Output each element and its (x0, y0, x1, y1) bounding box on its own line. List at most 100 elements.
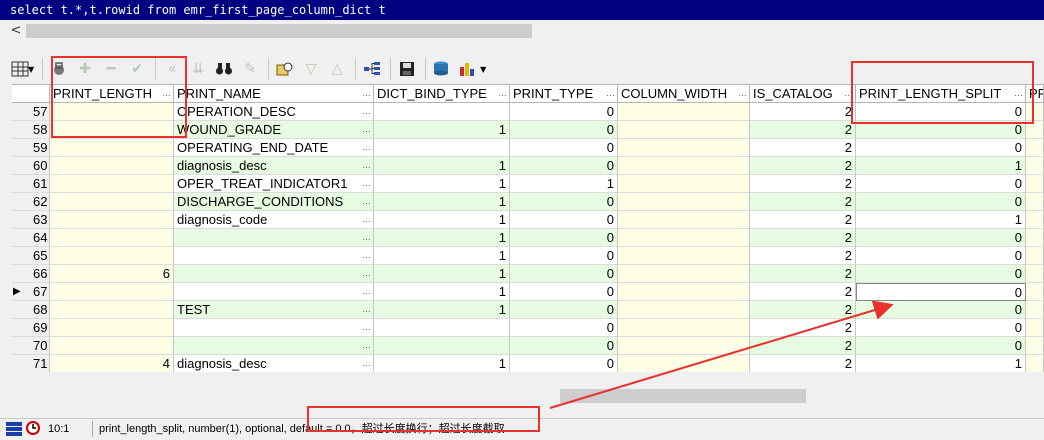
table-cell[interactable]: 1 (374, 229, 510, 247)
table-cell[interactable] (50, 103, 174, 121)
table-cell[interactable] (618, 175, 750, 193)
table-cell[interactable]: 0 (856, 103, 1026, 121)
row-number[interactable]: 65 (12, 247, 50, 265)
table-cell[interactable]: … (174, 319, 374, 337)
table-cell[interactable] (50, 121, 174, 139)
table-cell[interactable] (1026, 337, 1044, 355)
table-cell[interactable]: 0 (856, 229, 1026, 247)
table-cell[interactable]: 1 (374, 211, 510, 229)
table-cell[interactable] (1026, 175, 1044, 193)
table-cell[interactable] (374, 103, 510, 121)
row-number[interactable]: 59 (12, 139, 50, 157)
cell-editor-button[interactable]: … (362, 193, 371, 210)
table-cell[interactable]: 0 (510, 319, 618, 337)
table-cell[interactable]: 0 (856, 265, 1026, 283)
table-cell[interactable] (50, 247, 174, 265)
table-cell[interactable]: … (174, 283, 374, 301)
table-cell[interactable]: OPER_TREAT_INDICATOR1… (174, 175, 374, 193)
row-number[interactable]: 70 (12, 337, 50, 355)
table-cell[interactable]: 2 (750, 193, 856, 211)
cell-editor-button[interactable]: … (362, 157, 371, 174)
delete-record-icon[interactable]: ━ (99, 57, 123, 81)
table-cell[interactable]: 1 (374, 157, 510, 175)
row-number[interactable]: 62 (12, 193, 50, 211)
row-number[interactable]: 66 (12, 265, 50, 283)
table-cell[interactable]: diagnosis_code… (174, 211, 374, 229)
table-cell[interactable]: WOUND_GRADE… (174, 121, 374, 139)
table-cell[interactable]: OPERATING_END_DATE… (174, 139, 374, 157)
table-cell[interactable] (618, 247, 750, 265)
table-cell[interactable] (618, 355, 750, 372)
column-header[interactable]: PR (1026, 85, 1044, 103)
table-cell[interactable]: 2 (750, 121, 856, 139)
column-header[interactable]: IS_CATALOG… (750, 85, 856, 103)
table-cell[interactable]: 1 (374, 247, 510, 265)
tree-structure-icon[interactable] (360, 57, 384, 81)
column-menu-icon[interactable]: … (606, 85, 615, 102)
table-cell[interactable]: 1 (374, 301, 510, 319)
column-header[interactable]: COLUMN_WIDTH… (618, 85, 750, 103)
row-number[interactable]: 64 (12, 229, 50, 247)
table-cell[interactable] (1026, 103, 1044, 121)
table-cell[interactable]: 1 (374, 175, 510, 193)
table-cell[interactable]: 0 (510, 301, 618, 319)
cell-editor-button[interactable]: … (362, 337, 371, 354)
table-cell[interactable]: 2 (750, 103, 856, 121)
clear-filter-icon[interactable]: ✎ (238, 57, 262, 81)
table-cell[interactable]: 0 (856, 247, 1026, 265)
grid-horizontal-scrollbar[interactable] (12, 386, 1044, 406)
table-cell[interactable]: … (174, 337, 374, 355)
table-cell[interactable] (618, 193, 750, 211)
table-cell[interactable] (1026, 265, 1044, 283)
previous-page-icon[interactable]: ▽ (299, 57, 323, 81)
table-cell[interactable] (618, 265, 750, 283)
table-cell[interactable]: TEST… (174, 301, 374, 319)
cell-editor-button[interactable]: … (362, 175, 371, 192)
table-cell[interactable]: 0 (856, 139, 1026, 157)
table-cell[interactable] (618, 319, 750, 337)
table-cell[interactable]: 6 (50, 265, 174, 283)
table-cell[interactable] (618, 211, 750, 229)
lock-icon[interactable] (47, 57, 71, 81)
table-cell[interactable]: 1 (374, 121, 510, 139)
table-cell[interactable]: … (174, 265, 374, 283)
table-cell[interactable]: DISCHARGE_CONDITIONS… (174, 193, 374, 211)
column-menu-icon[interactable]: … (1014, 85, 1023, 102)
table-cell[interactable]: … (174, 247, 374, 265)
post-changes-icon[interactable]: ✔ (125, 57, 149, 81)
row-number[interactable]: 60 (12, 157, 50, 175)
cell-editor-button[interactable]: … (362, 103, 371, 120)
table-cell[interactable]: 0 (856, 175, 1026, 193)
insert-record-icon[interactable]: ✚ (73, 57, 97, 81)
table-cell[interactable]: 0 (510, 211, 618, 229)
last-record-icon[interactable]: ⇊ (186, 57, 210, 81)
save-disk-icon[interactable] (395, 57, 419, 81)
query-by-example-icon[interactable] (273, 57, 297, 81)
column-header[interactable]: PRINT_TYPE… (510, 85, 618, 103)
column-menu-icon[interactable]: … (498, 85, 507, 102)
chart-dropdown-caret-icon[interactable]: ▼ (480, 65, 486, 74)
column-menu-icon[interactable]: … (844, 85, 853, 102)
table-cell[interactable]: 0 (510, 139, 618, 157)
table-cell[interactable] (618, 301, 750, 319)
cell-editor-button[interactable]: … (362, 121, 371, 138)
table-cell[interactable]: 0 (510, 355, 618, 372)
table-cell[interactable] (618, 229, 750, 247)
table-cell[interactable]: 0 (510, 103, 618, 121)
table-cell[interactable]: 1 (374, 283, 510, 301)
scrollbar-thumb[interactable] (26, 24, 532, 38)
table-cell[interactable]: 0 (510, 265, 618, 283)
table-cell[interactable] (1026, 247, 1044, 265)
table-cell[interactable]: 2 (750, 337, 856, 355)
chart-icon[interactable] (456, 57, 480, 81)
export-data-icon[interactable] (430, 57, 454, 81)
table-cell[interactable] (50, 193, 174, 211)
table-cell[interactable] (1026, 355, 1044, 372)
table-cell[interactable] (50, 283, 174, 301)
table-cell[interactable]: 2 (750, 301, 856, 319)
table-cell[interactable] (1026, 157, 1044, 175)
table-cell[interactable]: 2 (750, 265, 856, 283)
table-cell[interactable]: 1 (374, 355, 510, 372)
table-cell[interactable]: 0 (510, 337, 618, 355)
table-cell[interactable]: 1 (510, 175, 618, 193)
